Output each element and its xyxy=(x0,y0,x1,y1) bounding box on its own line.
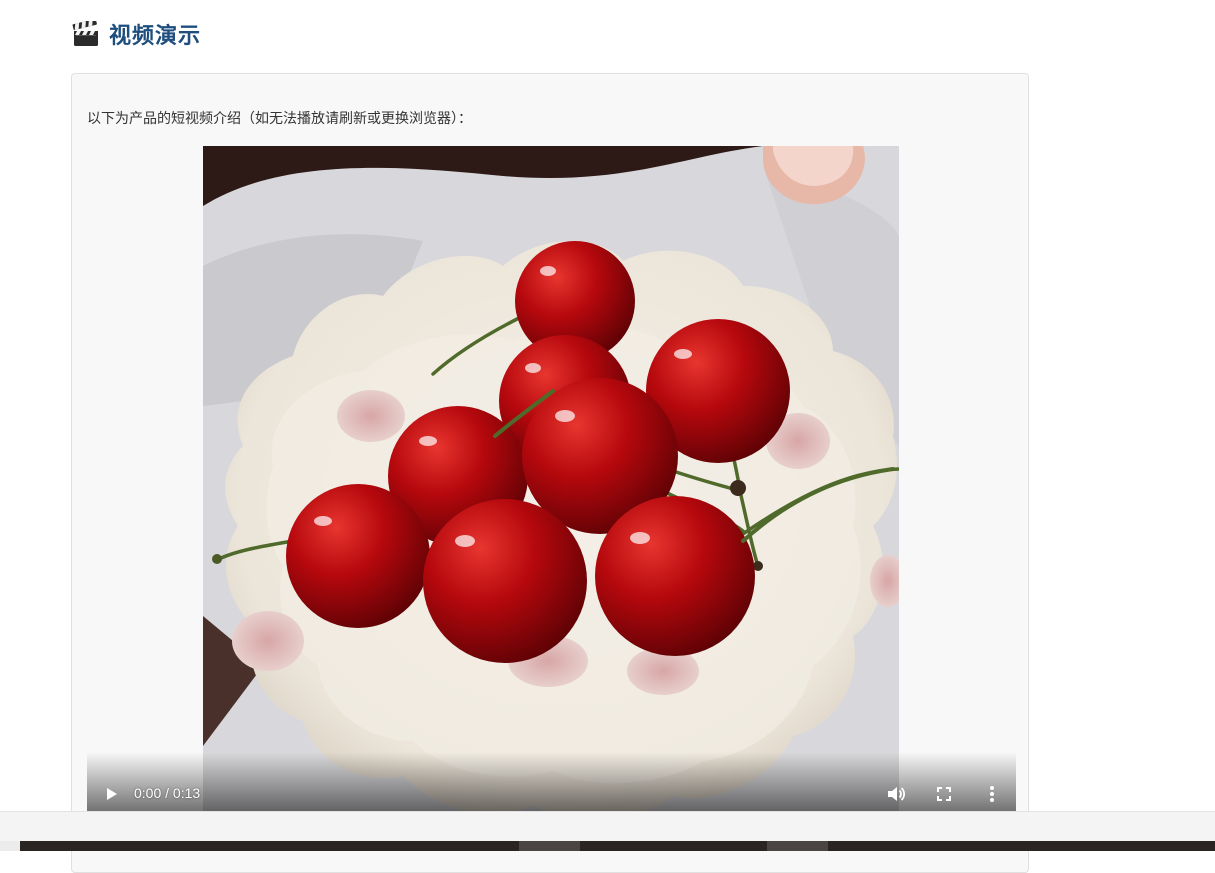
play-icon[interactable] xyxy=(103,786,119,802)
section-title: 视频演示 xyxy=(109,23,202,48)
video-time-display: 0:00 / 0:13 xyxy=(134,785,201,801)
fullscreen-icon[interactable] xyxy=(935,785,953,803)
video-player[interactable]: 0:00 / 0:13 xyxy=(87,146,1016,812)
section-header: 视频演示 xyxy=(72,16,201,52)
bottom-image-strip xyxy=(0,841,1215,851)
video-poster-image xyxy=(203,146,899,812)
volume-icon[interactable] xyxy=(886,784,906,804)
clapperboard-icon xyxy=(72,18,100,47)
bottom-toolbar xyxy=(0,811,1215,841)
video-card: 以下为产品的短视频介绍（如无法播放请刷新或更换浏览器）： 0:00 / 0:13 xyxy=(71,73,1029,873)
more-options-icon[interactable] xyxy=(983,784,1001,804)
video-frame[interactable] xyxy=(203,146,899,812)
video-intro-text: 以下为产品的短视频介绍（如无法播放请刷新或更换浏览器）： xyxy=(87,111,472,127)
video-control-bar: 0:00 / 0:13 xyxy=(87,776,1016,812)
